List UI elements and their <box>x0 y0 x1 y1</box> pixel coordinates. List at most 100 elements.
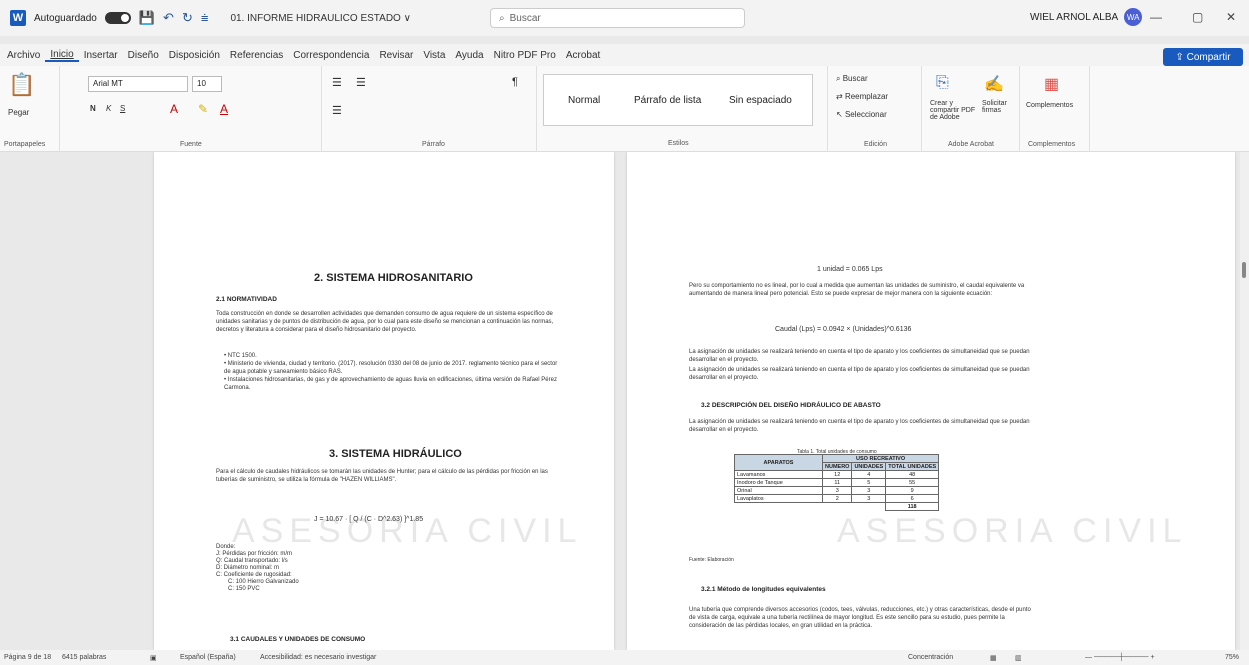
tab-revisar[interactable]: Revisar <box>374 50 418 61</box>
tab-insertar[interactable]: Insertar <box>79 50 123 61</box>
cell: 12 <box>821 470 853 479</box>
th-uso-recreativo: USO RECREATIVO <box>821 454 940 463</box>
page-count[interactable]: Página 9 de 18 <box>4 654 51 661</box>
paragraph-label: Párrafo <box>422 141 445 148</box>
adobe-label: Adobe Acrobat <box>948 141 994 148</box>
style-no-spacing[interactable]: Sin espaciado <box>729 95 792 106</box>
addins-button[interactable]: Complementos <box>1026 102 1073 109</box>
undo-icon[interactable]: ↶ <box>163 10 174 26</box>
italic-button[interactable]: K <box>106 104 111 113</box>
addins-icon[interactable]: ▦ <box>1044 74 1059 94</box>
share-icon: ⇪ <box>1175 51 1187 63</box>
table-total-row: 118 <box>735 502 940 511</box>
paste-icon[interactable]: 📋 <box>8 72 35 98</box>
accessibility-status[interactable]: Accesibilidad: es necesario investigar <box>260 654 376 661</box>
document-canvas[interactable]: 2. SISTEMA HIDROSANITARIO 2.1 NORMATIVID… <box>0 152 1240 650</box>
tab-inicio[interactable]: Inicio <box>45 49 79 62</box>
align-left-icon[interactable]: ☰ <box>332 104 342 117</box>
focus-mode[interactable]: Concentración <box>908 654 953 661</box>
create-pdf-button[interactable]: Crear y compartir PDF de Adobe <box>930 100 982 121</box>
page-right[interactable]: 1 unidad = 0.065 Lps Pero su comportamie… <box>627 152 1235 650</box>
vertical-scrollbar[interactable] <box>1240 152 1249 650</box>
scrollbar-thumb[interactable] <box>1242 262 1246 278</box>
legend-line: Q: Caudal transportado: l/s <box>216 558 288 564</box>
request-sign-button[interactable]: Solicitar firmas <box>982 100 1018 114</box>
styles-label: Estilos <box>668 140 689 147</box>
heading-caudales: 3.1 CAUDALES Y UNIDADES DE CONSUMO <box>230 636 366 643</box>
grand-total: 118 <box>885 502 940 511</box>
bold-button[interactable]: N <box>90 104 96 113</box>
paragraph-behavior: Pero su comportamiento no es lineal, por… <box>689 283 1025 297</box>
style-list-paragraph[interactable]: Párrafo de lista <box>634 95 701 106</box>
font-color-icon[interactable]: A <box>220 102 228 116</box>
select-label: Seleccionar <box>844 110 887 119</box>
word-count[interactable]: 6415 palabras <box>62 654 106 661</box>
page-left[interactable]: 2. SISTEMA HIDROSANITARIO 2.1 NORMATIVID… <box>154 152 614 650</box>
document-title[interactable]: 01. INFORME HIDRAULICO ESTADO ∨ <box>230 13 411 24</box>
heading-hidraulico: 3. SISTEMA HIDRÁULICO <box>329 448 462 460</box>
close-icon[interactable]: ✕ <box>1226 10 1236 24</box>
customize-icon[interactable]: ⩧ <box>201 10 209 26</box>
formula-caudal: Caudal (Lps) = 0.0942 × (Unidades)^0.613… <box>775 326 912 333</box>
proofing-icon[interactable]: ▣ <box>150 654 157 662</box>
ribbon-tabs: Archivo Inicio Insertar Diseño Disposici… <box>0 44 1249 66</box>
paragraph-units-1: La asignación de unidades se realizará t… <box>689 349 1030 363</box>
watermark: ASESORIA CIVIL <box>837 512 1188 550</box>
heading-metodo: 3.2.1 Método de longitudes equivalentes <box>701 586 826 593</box>
redo-icon[interactable]: ↻ <box>182 10 193 26</box>
edit-label: Edición <box>864 141 887 148</box>
highlight-icon[interactable]: ✎ <box>198 102 208 116</box>
tab-archivo[interactable]: Archivo <box>2 50 45 61</box>
select-button[interactable]: ↖ Seleccionar <box>836 110 887 119</box>
tab-referencias[interactable]: Referencias <box>225 50 288 61</box>
cell: Inodoro de Tanque <box>734 478 823 487</box>
cell: Orinal <box>734 486 823 495</box>
paragraph-metodo: Una tubería que comprende diversos acces… <box>689 607 1031 629</box>
font-name-box[interactable]: Arial MT <box>88 76 188 92</box>
sign-icon[interactable]: ✍ <box>984 74 1004 94</box>
bullet-list: • NTC 1500. • Ministerio de vivienda, ci… <box>224 352 559 392</box>
legend-line: D: Diámetro nominal: m <box>216 565 280 571</box>
underline-button[interactable]: S <box>120 104 125 113</box>
autosave-toggle[interactable] <box>104 12 131 24</box>
tab-nitro[interactable]: Nitro PDF Pro <box>489 50 561 61</box>
tab-disposicion[interactable]: Disposición <box>164 50 225 61</box>
replace-button[interactable]: ⇄ Reemplazar <box>836 92 888 101</box>
share-button[interactable]: ⇪ Compartir <box>1163 48 1243 66</box>
tab-vista[interactable]: Vista <box>418 50 450 61</box>
bullets-icon[interactable]: ☰ <box>332 76 342 89</box>
save-icon[interactable]: 💾 <box>139 10 155 26</box>
tab-diseno[interactable]: Diseño <box>123 50 164 61</box>
restore-icon[interactable]: ▢ <box>1192 10 1203 24</box>
read-mode-icon[interactable]: ▥ <box>1015 654 1022 662</box>
find-button[interactable]: ⌕ Buscar <box>836 74 868 84</box>
zoom-slider[interactable]: — ─────┼───── + <box>1085 654 1155 661</box>
cell: 4 <box>851 470 887 479</box>
pdf-icon[interactable]: ⎘ <box>936 74 949 92</box>
language[interactable]: Español (España) <box>180 654 236 661</box>
pilcrow-icon[interactable]: ¶ <box>512 76 518 88</box>
search-box[interactable]: ⌕ Buscar <box>490 8 745 28</box>
style-normal[interactable]: Normal <box>568 95 600 106</box>
avatar[interactable]: WA <box>1124 8 1143 26</box>
tab-acrobat[interactable]: Acrobat <box>561 50 605 61</box>
table-source: Fuente: Elaboración <box>689 557 734 563</box>
minimize-icon[interactable]: — <box>1150 10 1162 24</box>
paste-button[interactable]: Pegar <box>8 108 29 117</box>
zoom-level[interactable]: 75% <box>1225 654 1239 661</box>
table-row: Orinal 3 3 9 <box>734 486 940 495</box>
legend-line: C: Coeficiente de rugosidad: <box>216 572 292 578</box>
tab-correspondencia[interactable]: Correspondencia <box>288 50 374 61</box>
clipboard-group: 📋 Pegar Portapapeles <box>0 66 60 152</box>
numbering-icon[interactable]: ☰ <box>356 76 366 89</box>
font-size-box[interactable]: 10 <box>192 76 222 92</box>
legend-donde: Donde: J: Pérdidas por fricción: m/m Q: … <box>216 544 396 593</box>
print-layout-icon[interactable]: ▦ <box>990 654 997 662</box>
heading-normatividad: 2.1 NORMATIVIDAD <box>216 296 277 303</box>
cell: Lavamanos <box>734 470 823 479</box>
user-account[interactable]: WIEL ARNOL ALBA WA <box>1030 8 1143 26</box>
word-icon: W <box>10 10 26 26</box>
search-icon: ⌕ <box>499 12 505 24</box>
tab-ayuda[interactable]: Ayuda <box>450 50 488 61</box>
text-effects-icon[interactable]: A <box>170 102 178 116</box>
